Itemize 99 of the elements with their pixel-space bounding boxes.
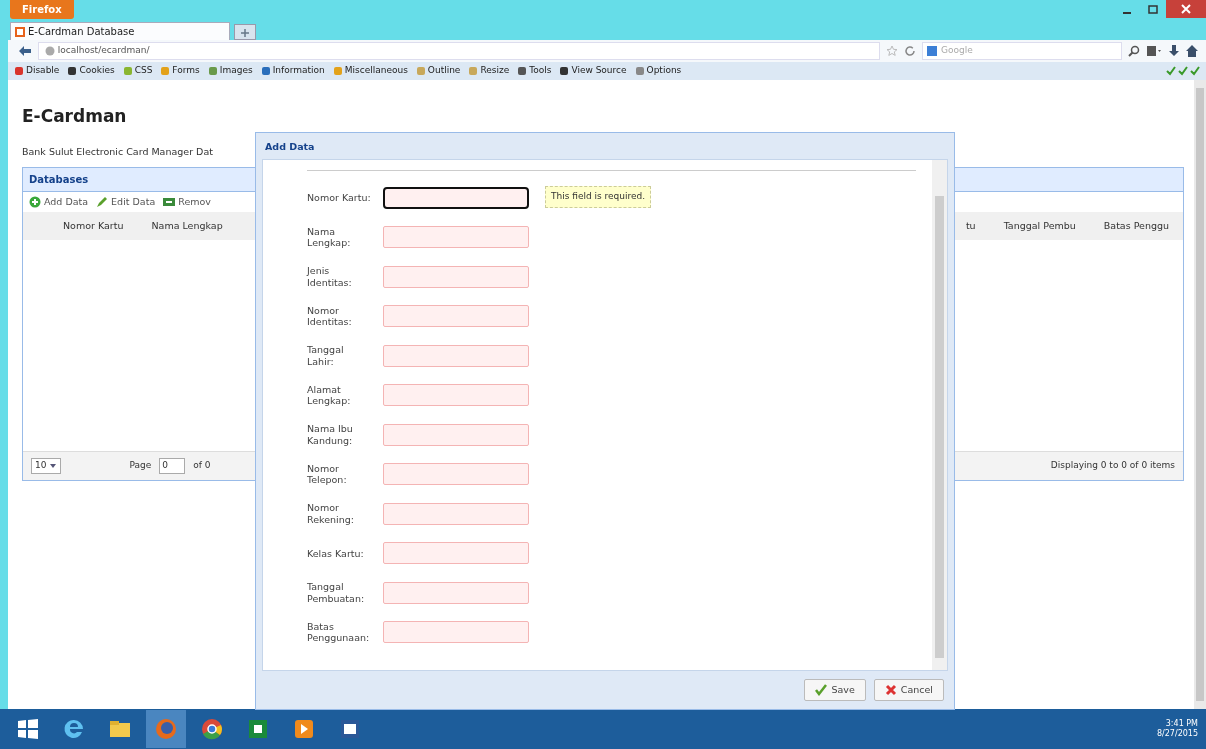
home-icon	[1186, 45, 1198, 57]
minimize-icon	[1123, 12, 1131, 14]
tool-icon	[468, 66, 479, 76]
maximize-icon	[1148, 4, 1158, 14]
cancel-button[interactable]: Cancel	[873, 678, 944, 702]
column-header[interactable]: Nomor Kartu	[49, 219, 138, 234]
pager-summary: Displaying 0 to 0 of 0 items	[1050, 459, 1175, 473]
field-label: Nomor Rekening:	[307, 502, 355, 526]
toolbar-button[interactable]: Information	[260, 64, 325, 78]
input-field[interactable]	[383, 502, 529, 525]
browser-icon	[62, 717, 86, 741]
column-header[interactable]: Nama Lengkap	[137, 219, 237, 234]
field-label: Nomor Kartu:	[307, 192, 372, 204]
save-button[interactable]: Save	[804, 678, 866, 702]
reload-icon	[904, 45, 916, 57]
search-icon	[1128, 45, 1140, 57]
browser-tab[interactable]: E-Cardman Database	[10, 22, 230, 40]
input-field[interactable]	[383, 344, 529, 367]
field-label: Alamat Lengkap:	[307, 383, 352, 407]
input-field[interactable]	[383, 384, 529, 407]
tool-icon	[260, 66, 271, 76]
toolbar-button[interactable]: Tools	[517, 64, 552, 78]
new-tab-button[interactable]	[234, 24, 256, 40]
address-field[interactable]: localhost/ecardman/	[38, 42, 880, 60]
page-label: Page	[129, 459, 152, 473]
input-field[interactable]	[383, 581, 529, 604]
page-size-select[interactable]: 10	[31, 458, 62, 474]
tool-icon	[122, 66, 133, 76]
column-header[interactable]: Batas Penggu	[1089, 219, 1183, 234]
tool-icon	[517, 66, 528, 76]
tool-icon	[559, 66, 570, 76]
toolbar-button[interactable]: Images	[207, 64, 253, 78]
page-icon	[15, 26, 25, 37]
column-header[interactable]: tu	[951, 219, 990, 234]
field-label: Kelas Kartu:	[307, 547, 365, 559]
input-field[interactable]	[383, 186, 529, 209]
scrollbar[interactable]	[932, 160, 947, 670]
input-field[interactable]	[383, 542, 529, 565]
browser-icon	[200, 717, 224, 741]
field-label: Tanggal Pembuatan:	[307, 581, 366, 605]
star-icon	[886, 45, 898, 57]
input-field[interactable]	[383, 265, 529, 288]
tool-icon	[332, 66, 343, 76]
clock-time: 3:41 PM	[1165, 719, 1198, 729]
field-label: Nomor Telepon:	[307, 462, 348, 486]
field-label: Nama Ibu Kandung:	[307, 423, 354, 447]
scrollbar[interactable]	[1194, 80, 1206, 709]
toolbar-button[interactable]: Cookies	[67, 64, 115, 78]
cross-icon	[884, 684, 897, 696]
tool-icon	[14, 66, 24, 76]
search-engine-icon	[927, 46, 937, 56]
document-icon	[338, 717, 362, 741]
toolbar-button[interactable]: Add Data	[29, 194, 89, 209]
field-label: Jenis Identitas:	[307, 265, 353, 289]
windows-logo-icon	[18, 719, 38, 739]
field-label: Nomor Identitas:	[307, 304, 353, 328]
tool-icon	[160, 66, 171, 76]
toolbar-button[interactable]: Disable	[14, 64, 60, 78]
toolbar-button[interactable]: Resize	[468, 64, 510, 78]
column-header[interactable]: Tanggal Pembu	[989, 219, 1090, 234]
caret-icon	[49, 461, 58, 470]
toolbar-button[interactable]: Remov	[163, 194, 211, 209]
close-button[interactable]	[1166, 0, 1206, 18]
toolbar-button[interactable]: CSS	[122, 64, 153, 78]
tool-icon	[634, 66, 645, 76]
toolbar-button[interactable]: Outline	[415, 64, 461, 78]
page-field[interactable]: 0	[159, 458, 186, 474]
toolbar-button[interactable]: Forms	[160, 64, 200, 78]
tooltip: This field is required.	[545, 186, 652, 208]
field-label: Nama Lengkap:	[307, 225, 352, 249]
field-label: Batas Penggunaan:	[307, 620, 371, 644]
input-field[interactable]	[383, 463, 529, 486]
remove-icon	[163, 195, 176, 208]
play-icon	[292, 717, 316, 741]
page-count: of 0	[193, 459, 211, 473]
toolbar-button[interactable]: Options	[634, 64, 682, 78]
bookmarks-icon	[1146, 45, 1162, 57]
tool-icon	[67, 66, 78, 76]
tool-icon	[207, 66, 218, 76]
toolbar-button[interactable]: Miscellaneous	[332, 64, 408, 78]
download-icon	[1168, 45, 1180, 57]
check-marks-icon	[1166, 66, 1200, 76]
page-title: E-Cardman	[22, 105, 128, 128]
clock-date: 8/27/2015	[1156, 729, 1198, 739]
pencil-icon	[96, 195, 109, 208]
app-icon	[246, 717, 270, 741]
dialog-title: Add Data	[264, 140, 316, 154]
close-icon	[1181, 4, 1191, 14]
check-icon	[815, 684, 828, 696]
input-field[interactable]	[383, 305, 529, 328]
add-icon	[29, 195, 41, 208]
input-field[interactable]	[383, 226, 529, 249]
toolbar-button[interactable]: Edit Data	[96, 194, 156, 209]
page-subtitle: Bank Sulut Electronic Card Manager Dat	[22, 144, 213, 159]
toolbar-button[interactable]: View Source	[559, 64, 627, 78]
tool-icon	[415, 66, 426, 76]
input-field[interactable]	[383, 621, 529, 644]
input-field[interactable]	[383, 423, 529, 446]
field-label: Tanggal Lahir:	[307, 344, 345, 368]
